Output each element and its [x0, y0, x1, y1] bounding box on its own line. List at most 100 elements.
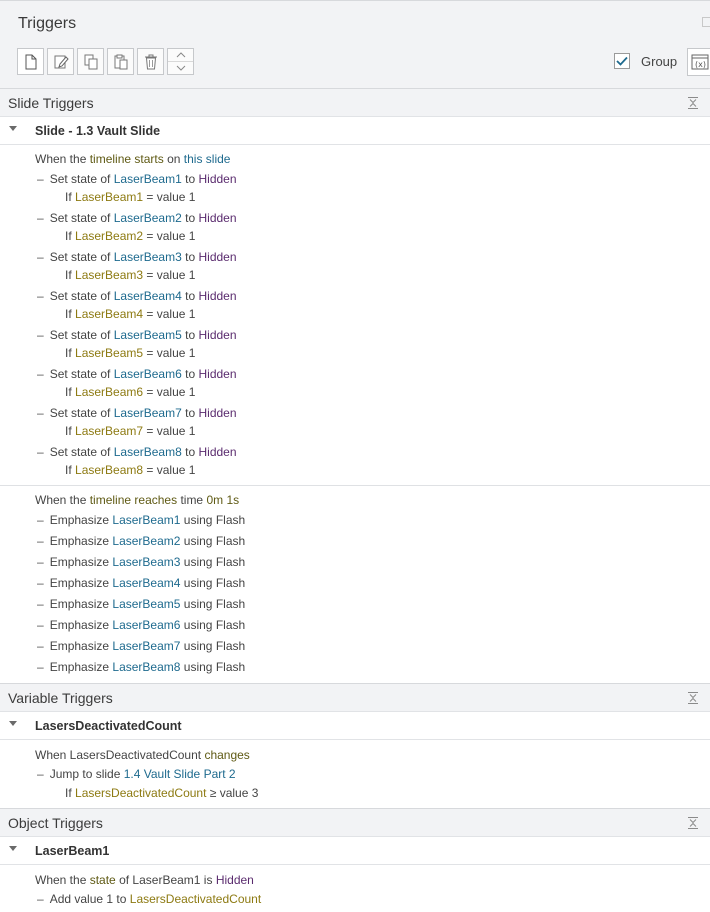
condition-if: If [65, 229, 72, 243]
collapse-all-icon[interactable] [688, 817, 698, 829]
action-object[interactable]: LaserBeam2 [112, 534, 180, 548]
set-state-condition[interactable]: If LaserBeam7 = value 1 [65, 424, 195, 438]
action-object[interactable]: LaserBeam4 [112, 576, 180, 590]
action-state[interactable]: Hidden [198, 406, 236, 420]
action-object[interactable]: LaserBeam4 [114, 289, 182, 303]
set-state-action[interactable]: – Set state of LaserBeam4 to Hidden [37, 289, 237, 303]
action-object[interactable]: LaserBeam8 [114, 445, 182, 459]
action-object[interactable]: LaserBeam7 [112, 639, 180, 653]
condition-variable[interactable]: LasersDeactivatedCount [75, 786, 206, 800]
emphasize-action[interactable]: – Emphasize LaserBeam2 using Flash [37, 534, 245, 548]
set-state-condition[interactable]: If LaserBeam2 = value 1 [65, 229, 195, 243]
jump-action-line[interactable]: – Jump to slide 1.4 Vault Slide Part 2 [37, 767, 236, 781]
action-object[interactable]: LaserBeam5 [114, 328, 182, 342]
expand-arrow-icon[interactable] [9, 846, 17, 851]
emphasize-action[interactable]: – Emphasize LaserBeam4 using Flash [37, 576, 245, 590]
action-object[interactable]: LaserBeam1 [114, 172, 182, 186]
copy-trigger-button[interactable] [77, 48, 104, 75]
emphasize-action[interactable]: – Emphasize LaserBeam6 using Flash [37, 618, 245, 632]
condition-if: If [65, 307, 72, 321]
set-state-action[interactable]: – Set state of LaserBeam8 to Hidden [37, 445, 237, 459]
event-object[interactable]: this slide [184, 152, 231, 166]
object-event-line[interactable]: When the state of LaserBeam1 is Hidden [35, 873, 254, 887]
emphasize-action[interactable]: – Emphasize LaserBeam1 using Flash [37, 513, 245, 527]
set-state-action[interactable]: – Set state of LaserBeam1 to Hidden [37, 172, 237, 186]
action-object[interactable]: LaserBeam3 [114, 250, 182, 264]
action-state[interactable]: Hidden [198, 172, 236, 186]
condition-variable[interactable]: LaserBeam3 [75, 268, 143, 282]
edit-trigger-button[interactable] [47, 48, 74, 75]
set-state-action[interactable]: – Set state of LaserBeam2 to Hidden [37, 211, 237, 225]
group-checkbox[interactable] [614, 53, 630, 69]
object-triggers-header[interactable]: Object Triggers [0, 808, 710, 837]
move-down-button[interactable] [168, 61, 193, 74]
event-keyword[interactable]: timeline starts [90, 152, 164, 166]
expand-arrow-icon[interactable] [9, 721, 17, 726]
new-trigger-button[interactable] [17, 48, 44, 75]
action-state[interactable]: Hidden [198, 289, 236, 303]
set-state-action[interactable]: – Set state of LaserBeam5 to Hidden [37, 328, 237, 342]
variable-event-line[interactable]: When LasersDeactivatedCount changes [35, 748, 250, 762]
event-keyword[interactable]: changes [204, 748, 249, 762]
paste-trigger-button[interactable] [107, 48, 134, 75]
set-state-condition[interactable]: If LaserBeam3 = value 1 [65, 268, 195, 282]
action-object[interactable]: LaserBeam3 [112, 555, 180, 569]
slide-event-timeline-starts[interactable]: When the timeline starts on this slide [35, 152, 230, 166]
move-up-button[interactable] [168, 49, 193, 61]
emphasize-action[interactable]: – Emphasize LaserBeam7 using Flash [37, 639, 245, 653]
dash-icon: – [37, 892, 44, 906]
event-keyword[interactable]: timeline reaches [90, 493, 177, 507]
condition-variable[interactable]: LaserBeam2 [75, 229, 143, 243]
set-state-condition[interactable]: If LaserBeam1 = value 1 [65, 190, 195, 204]
event-time[interactable]: 0m 1s [206, 493, 239, 507]
group-toggle[interactable]: Group [614, 53, 677, 69]
action-object[interactable]: LaserBeam5 [112, 597, 180, 611]
collapse-all-icon[interactable] [688, 692, 698, 704]
slide-trigger-group[interactable]: Slide - 1.3 Vault Slide [0, 117, 710, 145]
set-state-action[interactable]: – Set state of LaserBeam7 to Hidden [37, 406, 237, 420]
set-state-condition[interactable]: If LaserBeam8 = value 1 [65, 463, 195, 477]
add-value-action-line[interactable]: – Add value 1 to LasersDeactivatedCount [37, 892, 261, 906]
event-keyword[interactable]: state [90, 873, 116, 887]
action-object[interactable]: LaserBeam7 [114, 406, 182, 420]
condition-variable[interactable]: LaserBeam4 [75, 307, 143, 321]
condition-variable[interactable]: LaserBeam7 [75, 424, 143, 438]
action-state[interactable]: Hidden [198, 445, 236, 459]
action-target[interactable]: LasersDeactivatedCount [130, 892, 261, 906]
set-state-condition[interactable]: If LaserBeam4 = value 1 [65, 307, 195, 321]
action-state[interactable]: Hidden [198, 367, 236, 381]
set-state-action[interactable]: – Set state of LaserBeam6 to Hidden [37, 367, 237, 381]
variable-trigger-group[interactable]: LasersDeactivatedCount [0, 712, 710, 740]
emphasize-action[interactable]: – Emphasize LaserBeam3 using Flash [37, 555, 245, 569]
action-target[interactable]: 1.4 Vault Slide Part 2 [124, 767, 236, 781]
manage-variables-button[interactable]: (x) [687, 48, 710, 76]
event-state[interactable]: Hidden [216, 873, 254, 887]
condition-variable[interactable]: LaserBeam1 [75, 190, 143, 204]
condition-rest: = value 1 [146, 190, 196, 204]
expand-arrow-icon[interactable] [9, 126, 17, 131]
set-state-action[interactable]: – Set state of LaserBeam3 to Hidden [37, 250, 237, 264]
emphasize-action[interactable]: – Emphasize LaserBeam8 using Flash [37, 660, 245, 674]
action-object[interactable]: LaserBeam8 [112, 660, 180, 674]
slide-event-timeline-reaches[interactable]: When the timeline reaches time 0m 1s [35, 493, 239, 507]
delete-trigger-button[interactable] [137, 48, 164, 75]
object-trigger-group[interactable]: LaserBeam1 [0, 837, 710, 865]
action-state[interactable]: Hidden [198, 211, 236, 225]
collapse-all-icon[interactable] [688, 97, 698, 109]
set-state-condition[interactable]: If LaserBeam6 = value 1 [65, 385, 195, 399]
condition-variable[interactable]: LaserBeam6 [75, 385, 143, 399]
action-object[interactable]: LaserBeam1 [112, 513, 180, 527]
action-object[interactable]: LaserBeam6 [114, 367, 182, 381]
condition-variable[interactable]: LaserBeam5 [75, 346, 143, 360]
action-object[interactable]: LaserBeam6 [112, 618, 180, 632]
jump-condition-line[interactable]: If LasersDeactivatedCount ≥ value 3 [65, 786, 258, 800]
action-object[interactable]: LaserBeam2 [114, 211, 182, 225]
set-state-condition[interactable]: If LaserBeam5 = value 1 [65, 346, 195, 360]
action-state[interactable]: Hidden [198, 250, 236, 264]
emphasize-action[interactable]: – Emphasize LaserBeam5 using Flash [37, 597, 245, 611]
panel-dock-icon[interactable] [702, 17, 710, 27]
slide-triggers-header[interactable]: Slide Triggers [0, 88, 710, 117]
condition-variable[interactable]: LaserBeam8 [75, 463, 143, 477]
action-state[interactable]: Hidden [198, 328, 236, 342]
variable-triggers-header[interactable]: Variable Triggers [0, 683, 710, 712]
